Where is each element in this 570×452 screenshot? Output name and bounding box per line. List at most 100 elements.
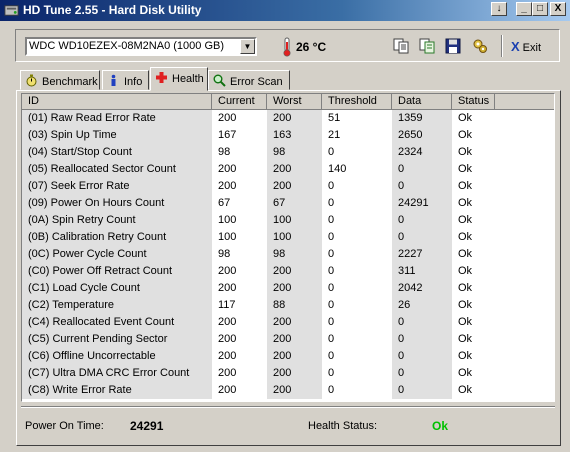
column-header-worst[interactable]: Worst [267,94,322,110]
status-value: Ok [458,367,473,379]
info-icon [111,74,116,86]
drive-select-value: WDC WD10EZEX-08M2NA0 (1000 GB) [29,40,224,52]
status-value: Ok [458,231,473,243]
threshold-value: 0 [328,299,335,311]
table-row[interactable]: (0C) Power Cycle Count 98 98 0 2227 Ok [22,246,554,263]
current-value: 98 [218,146,231,158]
save-icon[interactable] [445,38,461,54]
temperature-readout: 26 °C [296,40,327,54]
threshold-value: 0 [328,214,335,226]
data-value: 311 [392,263,452,280]
magnifier-icon [213,74,226,87]
status-value: Ok [458,248,473,260]
current-value: 200 [218,350,237,362]
status-value: Ok [458,299,473,311]
status-value: Ok [458,112,473,124]
attr-id: (05) Reallocated Sector Count [22,161,212,178]
attr-id: (C0) Power Off Retract Count [22,263,212,280]
current-value: 200 [218,180,237,192]
toolbar-separator [501,35,503,57]
status-value: Ok [458,197,473,209]
table-row[interactable]: (09) Power On Hours Count 67 67 0 24291 Ok [22,195,554,212]
worst-value: 200 [267,348,322,365]
threshold-value: 0 [328,384,335,396]
smart-attributes-table[interactable]: ID Current Worst Threshold Data Status (… [21,93,555,402]
table-row[interactable]: (C4) Reallocated Event Count 200 200 0 0 Ok [22,314,554,331]
copy-icon[interactable] [393,38,409,54]
data-value: 0 [392,212,452,229]
worst-value: 200 [267,365,322,382]
column-header-status[interactable]: Status [452,94,495,110]
status-value: Ok [458,163,473,175]
table-row[interactable]: (0B) Calibration Retry Count 100 100 0 0 Ok [22,229,554,246]
worst-value: 98 [267,144,322,161]
table-row[interactable]: (07) Seek Error Rate 200 200 0 0 Ok [22,178,554,195]
table-row[interactable]: (C1) Load Cycle Count 200 200 0 2042 Ok [22,280,554,297]
data-value: 0 [392,348,452,365]
data-value: 0 [392,178,452,195]
threshold-value: 0 [328,248,335,260]
current-value: 200 [218,112,237,124]
pin-button[interactable]: ↓ [491,2,507,16]
table-row[interactable]: (C8) Write Error Rate 200 200 0 0 Ok [22,382,554,399]
table-row[interactable]: (C6) Offline Uncorrectable 200 200 0 0 Ok [22,348,554,365]
column-header-id[interactable]: ID [22,94,212,110]
attr-id: (04) Start/Stop Count [22,144,212,161]
current-value: 167 [218,129,237,141]
attr-id: (C5) Current Pending Sector [22,331,212,348]
tab-benchmark[interactable]: Benchmark [20,70,100,90]
data-value: 24291 [392,195,452,212]
status-value: Ok [458,180,473,192]
chevron-down-icon[interactable]: ▼ [240,39,255,54]
current-value: 100 [218,231,237,243]
copy-all-icon[interactable] [419,38,435,54]
status-value: Ok [458,384,473,396]
tab-label: Error Scan [230,76,283,88]
threshold-value: 0 [328,282,335,294]
status-value: Ok [458,316,473,328]
attr-id: (C6) Offline Uncorrectable [22,348,212,365]
table-row[interactable]: (C2) Temperature 117 88 0 26 Ok [22,297,554,314]
table-row[interactable]: (C5) Current Pending Sector 200 200 0 0 Ok [22,331,554,348]
status-value: Ok [458,265,473,277]
data-value: 2650 [392,127,452,144]
column-header-current[interactable]: Current [212,94,267,110]
threshold-value: 0 [328,180,335,192]
data-value: 0 [392,314,452,331]
attr-id: (0C) Power Cycle Count [22,246,212,263]
health-status-value: Ok [432,419,449,433]
close-button[interactable]: X [550,2,566,16]
table-row[interactable]: (0A) Spin Retry Count 100 100 0 0 Ok [22,212,554,229]
tab-error-scan[interactable]: Error Scan [208,70,290,90]
table-row[interactable]: (C7) Ultra DMA CRC Error Count 200 200 0 0 Ok [22,365,554,382]
worst-value: 67 [267,195,322,212]
minimize-button[interactable]: _ [516,2,532,16]
tab-label: Benchmark [42,76,98,88]
options-icon[interactable] [472,38,488,54]
column-header-data[interactable]: Data [392,94,452,110]
tab-info[interactable]: Info [102,70,149,90]
tab-health[interactable]: Health [150,67,208,91]
worst-value: 200 [267,161,322,178]
status-value: Ok [458,129,473,141]
column-header-threshold[interactable]: Threshold [322,94,392,110]
worst-value: 200 [267,314,322,331]
table-row[interactable]: (03) Spin Up Time 167 163 21 2650 Ok [22,127,554,144]
attr-id: (01) Raw Read Error Rate [22,110,212,127]
table-row[interactable]: (C0) Power Off Retract Count 200 200 0 311 Ok [22,263,554,280]
drive-select[interactable]: WDC WD10EZEX-08M2NA0 (1000 GB) ▼ [25,37,257,56]
current-value: 117 [218,299,236,311]
table-row[interactable]: (05) Reallocated Sector Count 200 200 140 0 O… [22,161,554,178]
maximize-button[interactable]: □ [532,2,548,16]
current-value: 200 [218,163,237,175]
stopwatch-icon [26,74,37,87]
current-value: 100 [218,214,237,226]
threshold-value: 0 [328,265,335,277]
exit-button[interactable]: X Exit [511,39,541,54]
title-bar[interactable]: HD Tune 2.55 - Hard Disk Utility ↓ _ □ X [0,0,570,21]
status-value: Ok [458,333,473,345]
table-row[interactable]: (04) Start/Stop Count 98 98 0 2324 Ok [22,144,554,161]
table-row[interactable]: (01) Raw Read Error Rate 200 200 51 1359 Ok [22,110,554,127]
attr-id: (C4) Reallocated Event Count [22,314,212,331]
worst-value: 100 [267,212,322,229]
